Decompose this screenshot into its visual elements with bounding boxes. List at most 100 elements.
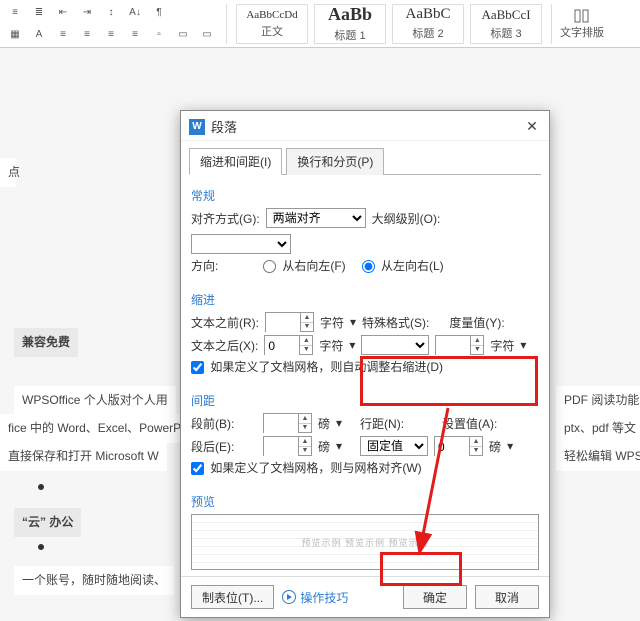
special-select[interactable] bbox=[361, 335, 429, 355]
decrease-indent-icon[interactable]: ⇤ bbox=[52, 3, 74, 23]
doc-bullet bbox=[30, 478, 52, 496]
table-icon[interactable]: ▦ bbox=[4, 25, 26, 45]
space-before-spinner[interactable]: ▲▼ bbox=[263, 413, 312, 433]
set-value-spinner[interactable]: ▲▼ bbox=[434, 436, 483, 456]
app-icon: W bbox=[189, 119, 205, 135]
align-left-icon[interactable]: ≡ bbox=[52, 25, 74, 45]
align-center-icon[interactable]: ≡ bbox=[76, 25, 98, 45]
tab-indent-spacing[interactable]: 缩进和间距(I) bbox=[189, 148, 282, 175]
doc-bullet bbox=[30, 538, 52, 556]
space-after-spinner[interactable]: ▲▼ bbox=[263, 436, 312, 456]
border-icon[interactable]: ▭ bbox=[196, 25, 218, 45]
ok-button[interactable]: 确定 bbox=[403, 585, 467, 609]
preview-box: 预览示例 预览示例 预览示例 bbox=[191, 514, 539, 570]
section-title-preview: 预览 bbox=[191, 493, 539, 510]
line-spacing-select[interactable]: 固定值 bbox=[360, 436, 428, 456]
style-sample: AaBbC bbox=[406, 6, 451, 23]
unit-pound: 磅 bbox=[318, 438, 330, 455]
by-spinner[interactable]: ▲▼ bbox=[435, 335, 484, 355]
dialog-titlebar: W 段落 ✕ bbox=[181, 111, 549, 141]
increase-indent-icon[interactable]: ⇥ bbox=[76, 3, 98, 23]
doc-text: fice 中的 Word、Excel、PowerP bbox=[0, 414, 189, 443]
line-spacing-icon[interactable]: ↕ bbox=[100, 3, 122, 23]
dialog-footer: 制表位(T)... 操作技巧 确定 取消 bbox=[181, 576, 549, 617]
style-sample: AaBbCcDd bbox=[246, 9, 297, 21]
indent-before-label: 文本之前(R): bbox=[191, 314, 259, 331]
align-label: 对齐方式(G): bbox=[191, 210, 260, 227]
unit-chars: 字符 bbox=[319, 337, 343, 354]
special-label: 特殊格式(S): bbox=[362, 314, 429, 331]
section-preview: 预览 预览示例 预览示例 预览示例 bbox=[181, 481, 549, 576]
tabstops-button[interactable]: 制表位(T)... bbox=[191, 585, 274, 609]
direction-ltr-radio[interactable]: 从左向右(L) bbox=[362, 257, 444, 274]
by-label: 度量值(Y): bbox=[449, 314, 504, 331]
tips-label: 操作技巧 bbox=[300, 589, 348, 606]
indent-before-spinner[interactable]: ▲▼ bbox=[265, 312, 314, 332]
ribbon-paragraph-icons: ≡ ≣ ⇤ ⇥ ↕ A↓ ¶ ▦ A ≡ ≡ ≡ ≡ ▫ ▭ ▭ bbox=[4, 3, 218, 45]
section-spacing: 间距 段前(B): ▲▼ 磅▾ 行距(N): 设置值(A): 段后(E): ▲▼… bbox=[181, 380, 549, 481]
doc-heading: “云” 办公 bbox=[14, 508, 81, 537]
section-title-indent: 缩进 bbox=[191, 291, 539, 308]
auto-indent-checkbox[interactable]: 如果定义了文档网格，则自动调整右缩进(D) bbox=[191, 358, 443, 375]
space-before-label: 段前(B): bbox=[191, 415, 257, 432]
style-normal[interactable]: AaBbCcDd 正文 bbox=[236, 4, 308, 44]
ribbon: ≡ ≣ ⇤ ⇥ ↕ A↓ ¶ ▦ A ≡ ≡ ≡ ≡ ▫ ▭ ▭ AaBbCcD… bbox=[0, 0, 640, 48]
style-heading1[interactable]: AaBb 标题 1 bbox=[314, 4, 386, 44]
paragraph-dialog-icon[interactable]: ▫ bbox=[148, 25, 170, 45]
text-layout-label: 文字排版 bbox=[560, 24, 604, 40]
unit-chars: 字符 bbox=[490, 337, 514, 354]
set-value-label: 设置值(A): bbox=[442, 415, 497, 432]
style-heading3[interactable]: AaBbCcI 标题 3 bbox=[470, 4, 542, 44]
doc-text: 直接保存和打开 Microsoft W bbox=[0, 442, 167, 471]
doc-text: 一个账号，随时随地阅读、 bbox=[14, 566, 174, 595]
paragraph-dialog: W 段落 ✕ 缩进和间距(I) 换行和分页(P) 常规 对齐方式(G): 两端对… bbox=[180, 110, 550, 618]
text-layout-button[interactable]: 文字排版 bbox=[560, 8, 604, 40]
style-label: 正文 bbox=[261, 23, 283, 39]
indent-after-label: 文本之后(X): bbox=[191, 337, 258, 354]
style-sample: AaBb bbox=[328, 4, 372, 25]
section-title-spacing: 间距 bbox=[191, 392, 539, 409]
tab-pagination[interactable]: 换行和分页(P) bbox=[286, 148, 384, 175]
close-icon[interactable]: ✕ bbox=[523, 118, 541, 136]
ribbon-separator bbox=[551, 4, 552, 44]
numbering-icon[interactable]: ≣ bbox=[28, 3, 50, 23]
direction-label: 方向: bbox=[191, 257, 257, 274]
space-after-label: 段后(E): bbox=[191, 438, 257, 455]
doc-text: ptx、pdf 等文 bbox=[556, 414, 640, 443]
dialog-tabs: 缩进和间距(I) 换行和分页(P) bbox=[181, 141, 549, 174]
justify-icon[interactable]: ≡ bbox=[124, 25, 146, 45]
outline-select[interactable] bbox=[191, 234, 291, 254]
align-select[interactable]: 两端对齐 bbox=[266, 208, 366, 228]
tips-link[interactable]: 操作技巧 bbox=[282, 589, 348, 606]
unit-pound: 磅 bbox=[318, 415, 330, 432]
doc-text: 轻松编辑 WPS bbox=[556, 442, 640, 471]
indent-after-spinner[interactable]: ▲▼ bbox=[264, 335, 313, 355]
doc-text: PDF 阅读功能 bbox=[556, 386, 640, 415]
style-label: 标题 2 bbox=[412, 25, 443, 41]
show-marks-icon[interactable]: ¶ bbox=[148, 3, 170, 23]
unit-chars: 字符 bbox=[320, 314, 344, 331]
play-icon bbox=[282, 590, 296, 604]
style-sample: AaBbCcI bbox=[481, 7, 530, 23]
style-label: 标题 1 bbox=[334, 27, 365, 43]
bullets-icon[interactable]: ≡ bbox=[4, 3, 26, 23]
doc-text: WPSOffice 个人版对个人用 bbox=[14, 386, 176, 415]
color-a-icon[interactable]: A bbox=[28, 25, 50, 45]
dialog-title: 段落 bbox=[211, 117, 517, 136]
cancel-button[interactable]: 取消 bbox=[475, 585, 539, 609]
align-right-icon[interactable]: ≡ bbox=[100, 25, 122, 45]
line-spacing-label: 行距(N): bbox=[360, 415, 404, 432]
section-title-general: 常规 bbox=[191, 187, 539, 204]
ribbon-separator bbox=[226, 4, 227, 44]
doc-heading: 兼容免费 bbox=[14, 328, 78, 357]
snap-grid-checkbox[interactable]: 如果定义了文档网格，则与网格对齐(W) bbox=[191, 459, 422, 476]
style-heading2[interactable]: AaBbC 标题 2 bbox=[392, 4, 464, 44]
section-indent: 缩进 文本之前(R): ▲▼ 字符▾ 特殊格式(S): 度量值(Y): 文本之后… bbox=[181, 279, 549, 380]
doc-hint: 点 bbox=[0, 158, 16, 187]
shading-icon[interactable]: ▭ bbox=[172, 25, 194, 45]
direction-rtl-radio[interactable]: 从右向左(F) bbox=[263, 257, 346, 274]
sort-icon[interactable]: A↓ bbox=[124, 3, 146, 23]
style-label: 标题 3 bbox=[490, 25, 521, 41]
outline-label: 大纲级别(O): bbox=[372, 210, 441, 227]
section-general: 常规 对齐方式(G): 两端对齐 大纲级别(O): 方向: 从右向左(F) 从左… bbox=[181, 175, 549, 279]
